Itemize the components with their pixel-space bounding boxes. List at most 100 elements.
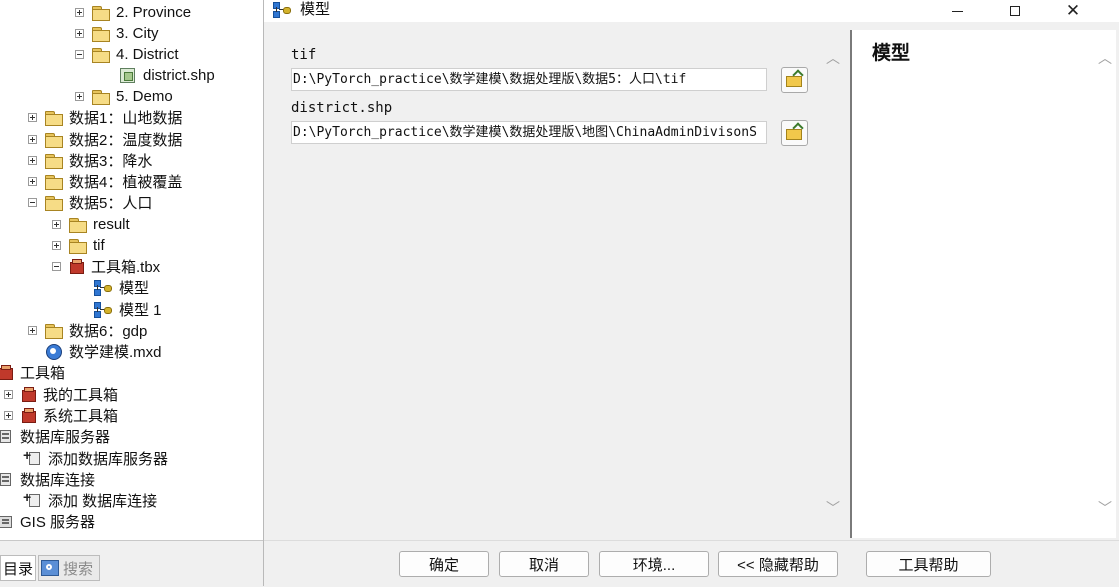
cancel-button-label: 取消 (528, 556, 559, 574)
expand-icon[interactable] (4, 411, 13, 420)
hide-help-button-label: << 隐藏帮助 (737, 556, 819, 574)
tree-item-label: 数据5：人口 (69, 195, 153, 212)
collapse-icon[interactable] (52, 262, 61, 271)
browse-tif-button[interactable] (781, 67, 808, 93)
tree-item-label: 模型 (119, 280, 150, 297)
tree-item-province[interactable]: 2. Province (75, 2, 191, 23)
district-shp-path-input[interactable]: D:\PyTorch_practice\数学建模\数据处理版\地图\ChinaA… (291, 121, 767, 144)
cancel-button[interactable]: 取消 (499, 551, 589, 577)
expand-icon[interactable] (52, 241, 61, 250)
catalog-tab-strip: 目录 搜索 (0, 540, 264, 587)
tree-item-district-shp[interactable]: district.shp (120, 65, 215, 86)
tree-item-database-connections[interactable]: 数据库连接 (0, 469, 95, 490)
expand-icon[interactable] (75, 8, 84, 17)
tree-item-gis-servers[interactable]: GIS 服务器 (0, 511, 95, 532)
collapse-icon[interactable] (75, 50, 84, 59)
folder-icon (92, 47, 110, 63)
tree-item-data1[interactable]: 数据1：山地数据 (28, 107, 182, 128)
title-bar[interactable]: 模型 ✕ (264, 0, 1119, 22)
database-server-icon (0, 429, 14, 445)
ok-button[interactable]: 确定 (399, 551, 489, 577)
parameters-pane: tif D:\PyTorch_practice\数学建模\数据处理版\数据5：人… (266, 30, 846, 538)
tree-item-label: 3. City (116, 25, 159, 42)
tree-item-result[interactable]: result (52, 214, 130, 235)
database-connection-icon (0, 472, 14, 488)
tree-item-data5[interactable]: 数据5：人口 (28, 192, 152, 213)
folder-icon (45, 323, 63, 339)
tree-item-model[interactable]: 模型 (93, 277, 150, 298)
tree-item-label: 添加数据库服务器 (48, 451, 169, 468)
tree-item-add-database-connection[interactable]: 添加 数据库连接 (23, 489, 157, 511)
tree-item-label: 模型 1 (119, 302, 162, 319)
tree-item-data6[interactable]: 数据6：gdp (28, 320, 147, 341)
tree-item-demo[interactable]: 5. Demo (75, 86, 173, 107)
tree-item-add-database-server[interactable]: 添加数据库服务器 (23, 447, 169, 469)
expand-icon[interactable] (75, 29, 84, 38)
tool-help-button-label: 工具帮助 (898, 556, 959, 574)
tree-item-label: 数据6：gdp (69, 323, 148, 340)
tree-item-label: tif (93, 237, 105, 254)
model-icon (272, 2, 292, 18)
tree-item-data4[interactable]: 数据4：植被覆盖 (28, 171, 182, 192)
help-title: 模型 (872, 43, 911, 64)
gis-server-icon (0, 514, 14, 530)
expand-icon[interactable] (28, 135, 37, 144)
toolbox-icon (21, 407, 37, 424)
tree-item-my-toolboxes[interactable]: 我的工具箱 (4, 384, 118, 405)
minimize-button[interactable] (928, 0, 986, 22)
tree-item-label: 4. District (116, 46, 179, 63)
tab-catalog[interactable]: 目录 (0, 555, 36, 581)
scroll-up-icon[interactable]: ︿ (1097, 50, 1113, 66)
dialog-title: 模型 (300, 1, 331, 18)
scroll-up-icon[interactable]: ︿ (825, 50, 841, 66)
tree-item-label: 工具箱 (20, 365, 66, 382)
tree-item-database-servers[interactable]: 数据库服务器 (0, 426, 110, 447)
expand-icon[interactable] (28, 177, 37, 186)
tree-item-mxd[interactable]: 数学建模.mxd (45, 341, 162, 362)
expand-icon[interactable] (4, 390, 13, 399)
collapse-icon[interactable] (28, 198, 37, 207)
tree-item-label: 数据库服务器 (20, 429, 111, 446)
maximize-button[interactable] (986, 0, 1044, 22)
tree-item-label: 数据4：植被覆盖 (69, 174, 183, 191)
expand-icon[interactable] (28, 326, 37, 335)
tree-item-label: district.shp (143, 67, 215, 84)
model-icon (93, 301, 113, 318)
parameters-scrollbar[interactable]: ︿ ﹀ (822, 30, 844, 538)
folder-icon (69, 238, 87, 254)
tree-item-data3[interactable]: 数据3：降水 (28, 150, 152, 171)
tree-item-tif[interactable]: tif (52, 235, 105, 256)
expand-icon[interactable] (28, 113, 37, 122)
tree-item-city[interactable]: 3. City (75, 23, 159, 44)
tool-help-button[interactable]: 工具帮助 (866, 551, 991, 577)
browse-district-shp-button[interactable] (781, 120, 808, 146)
expand-icon[interactable] (52, 220, 61, 229)
tree-item-label: 系统工具箱 (43, 408, 119, 425)
tree-item-toolbox-tbx[interactable]: 工具箱.tbx (52, 256, 160, 277)
environments-button[interactable]: 环境... (599, 551, 709, 577)
tree-item-label: 我的工具箱 (43, 387, 119, 404)
hide-help-button[interactable]: << 隐藏帮助 (718, 551, 838, 577)
scroll-down-icon[interactable]: ﹀ (1097, 500, 1113, 516)
tree-item-toolboxes[interactable]: 工具箱 (0, 362, 65, 383)
scroll-down-icon[interactable]: ﹀ (825, 500, 841, 516)
tree-item-model-1[interactable]: 模型 1 (93, 299, 162, 320)
folder-icon (45, 195, 63, 211)
folder-icon (45, 132, 63, 148)
environments-button-label: 环境... (632, 556, 676, 574)
tree-item-system-toolboxes[interactable]: 系统工具箱 (4, 405, 118, 426)
ok-button-label: 确定 (428, 556, 459, 574)
folder-icon (92, 89, 110, 105)
help-scrollbar[interactable]: ︿ ﹀ (1094, 30, 1116, 538)
tif-path-input[interactable]: D:\PyTorch_practice\数学建模\数据处理版\数据5：人口\ti… (291, 68, 767, 91)
folder-icon (45, 153, 63, 169)
close-button[interactable]: ✕ (1044, 0, 1102, 22)
tree-item-data2[interactable]: 数据2：温度数据 (28, 129, 182, 150)
tab-catalog-label: 目录 (3, 560, 34, 578)
expand-icon[interactable] (28, 156, 37, 165)
expand-icon[interactable] (75, 92, 84, 101)
param-label-tif: tif (291, 47, 317, 63)
tree-item-district[interactable]: 4. District (75, 44, 179, 65)
add-database-server-icon (23, 447, 42, 467)
tab-search[interactable]: 搜索 (38, 555, 100, 581)
